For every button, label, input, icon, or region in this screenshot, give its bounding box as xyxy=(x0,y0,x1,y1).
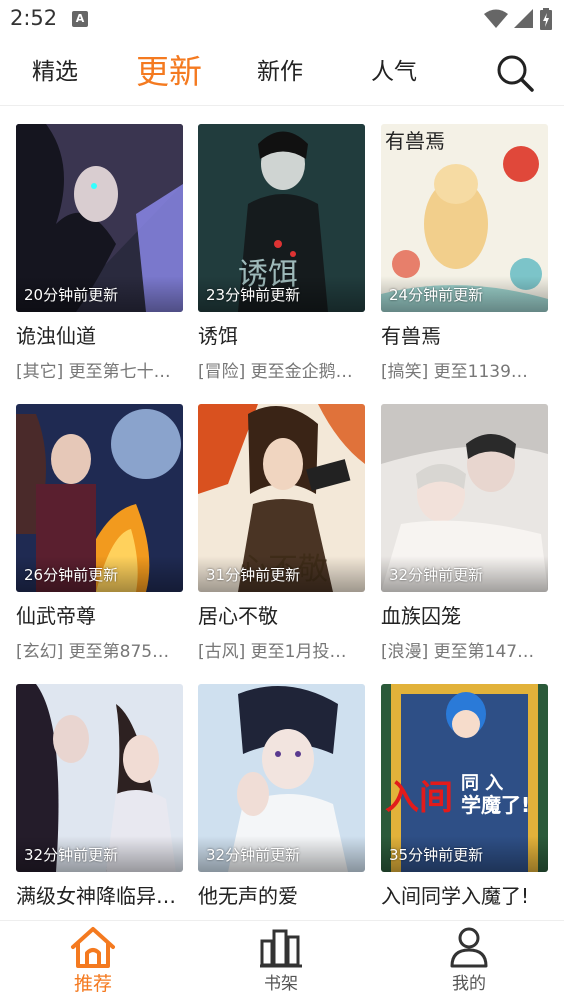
update-time-badge: 32分钟前更新 xyxy=(16,836,183,872)
user-icon xyxy=(450,927,488,968)
svg-text:学魔了!: 学魔了! xyxy=(461,793,530,817)
comic-title[interactable]: 血族囚笼 xyxy=(381,600,548,629)
comic-title[interactable]: 居心不敬 xyxy=(198,600,365,629)
comic-cover[interactable]: 32分钟前更新 xyxy=(198,684,365,872)
comic-subtitle: [冒险] 更至金企鹅… xyxy=(198,362,353,382)
comic-cover[interactable]: 诱饵 23分钟前更新 xyxy=(198,124,365,312)
svg-text:入间: 入间 xyxy=(385,778,453,818)
tab-updates[interactable]: 更新 xyxy=(136,38,202,106)
notification-a-icon: A xyxy=(72,11,88,27)
bottom-nav-mine[interactable]: 我的 xyxy=(414,925,524,994)
comic-cover[interactable]: 32分钟前更新 xyxy=(16,684,183,872)
bottom-nav-label: 推荐 xyxy=(73,973,112,995)
comic-subtitle: [浪漫] 更至第147… xyxy=(381,642,535,662)
comic-card[interactable]: 20分钟前更新 诡浊仙道 [其它] 更至第七十… xyxy=(16,124,183,382)
comic-card[interactable]: 32分钟前更新 满级女神降临异… xyxy=(16,684,183,909)
comic-cover[interactable]: 有兽焉 24分钟前更新 xyxy=(381,124,548,312)
comic-cover[interactable]: 20分钟前更新 xyxy=(16,124,183,312)
svg-text:同 入: 同 入 xyxy=(461,773,503,794)
comic-title[interactable]: 他无声的爱 xyxy=(198,880,365,909)
status-bar: 2:52 A xyxy=(0,0,564,38)
update-time-badge: 32分钟前更新 xyxy=(381,556,548,592)
bookshelf-icon xyxy=(260,929,302,968)
tab-featured[interactable]: 精选 xyxy=(32,38,78,106)
update-time-badge: 31分钟前更新 xyxy=(198,556,365,592)
comic-subtitle: [其它] 更至第七十… xyxy=(16,362,171,382)
comic-title[interactable]: 诡浊仙道 xyxy=(16,320,183,349)
update-time-badge: 20分钟前更新 xyxy=(16,276,183,312)
comic-cover[interactable]: 32分钟前更新 xyxy=(381,404,548,592)
bottom-nav-recommend[interactable]: 推荐 xyxy=(38,925,148,996)
comic-card[interactable]: 有兽焉 24分钟前更新 有兽焉 [搞笑] 更至1139… xyxy=(381,124,548,382)
comic-subtitle: [搞笑] 更至1139… xyxy=(381,362,528,382)
comic-card[interactable]: 入间 同 入 学魔了! 35分钟前更新 入间同学入魔了! xyxy=(381,684,548,909)
update-time-badge: 32分钟前更新 xyxy=(198,836,365,872)
comic-card[interactable]: 32分钟前更新 他无声的爱 xyxy=(198,684,365,909)
tab-new[interactable]: 新作 xyxy=(257,38,303,106)
comic-title[interactable]: 满级女神降临异… xyxy=(16,880,183,909)
home-icon xyxy=(71,927,115,968)
comic-cover[interactable]: 心不敬 31分钟前更新 xyxy=(198,404,365,592)
update-time-badge: 24分钟前更新 xyxy=(381,276,548,312)
svg-text:有兽焉: 有兽焉 xyxy=(385,129,445,153)
status-time: 2:52 xyxy=(10,6,58,30)
bottom-nav: 推荐 书架 我的 xyxy=(0,920,564,1002)
comic-subtitle: [古风] 更至1月投… xyxy=(198,642,347,662)
comic-title[interactable]: 有兽焉 xyxy=(381,320,548,349)
bottom-nav-bookshelf[interactable]: 书架 xyxy=(226,925,336,994)
comic-card[interactable]: 心不敬 31分钟前更新 居心不敬 [古风] 更至1月投… xyxy=(198,404,365,662)
bottom-nav-label: 我的 xyxy=(452,974,486,994)
comic-card[interactable]: 诱饵 23分钟前更新 诱饵 [冒险] 更至金企鹅… xyxy=(198,124,365,382)
update-time-badge: 23分钟前更新 xyxy=(198,276,365,312)
bottom-nav-label: 书架 xyxy=(264,974,298,994)
search-icon xyxy=(497,55,534,92)
signal-icon xyxy=(514,9,533,28)
comic-title[interactable]: 诱饵 xyxy=(198,320,365,349)
comic-cover[interactable]: 入间 同 入 学魔了! 35分钟前更新 xyxy=(381,684,548,872)
top-tab-bar: 精选 更新 新作 人气 xyxy=(0,38,564,106)
comic-title[interactable]: 入间同学入魔了! xyxy=(381,880,548,909)
battery-icon xyxy=(540,8,552,30)
comic-cover[interactable]: 26分钟前更新 xyxy=(16,404,183,592)
wifi-icon xyxy=(484,9,508,28)
comic-grid: 20分钟前更新 诡浊仙道 [其它] 更至第七十… 诱饵 23分钟前更新 诱饵 [… xyxy=(0,106,564,920)
comic-card[interactable]: 26分钟前更新 仙武帝尊 [玄幻] 更至第875… xyxy=(16,404,183,662)
comic-card[interactable]: 32分钟前更新 血族囚笼 [浪漫] 更至第147… xyxy=(381,404,548,662)
search-button[interactable] xyxy=(494,52,536,94)
comic-subtitle: [玄幻] 更至第875… xyxy=(16,642,170,662)
update-time-badge: 26分钟前更新 xyxy=(16,556,183,592)
update-time-badge: 35分钟前更新 xyxy=(381,836,548,872)
comic-title[interactable]: 仙武帝尊 xyxy=(16,600,183,629)
status-icons xyxy=(484,8,552,30)
tab-popular[interactable]: 人气 xyxy=(371,38,417,106)
